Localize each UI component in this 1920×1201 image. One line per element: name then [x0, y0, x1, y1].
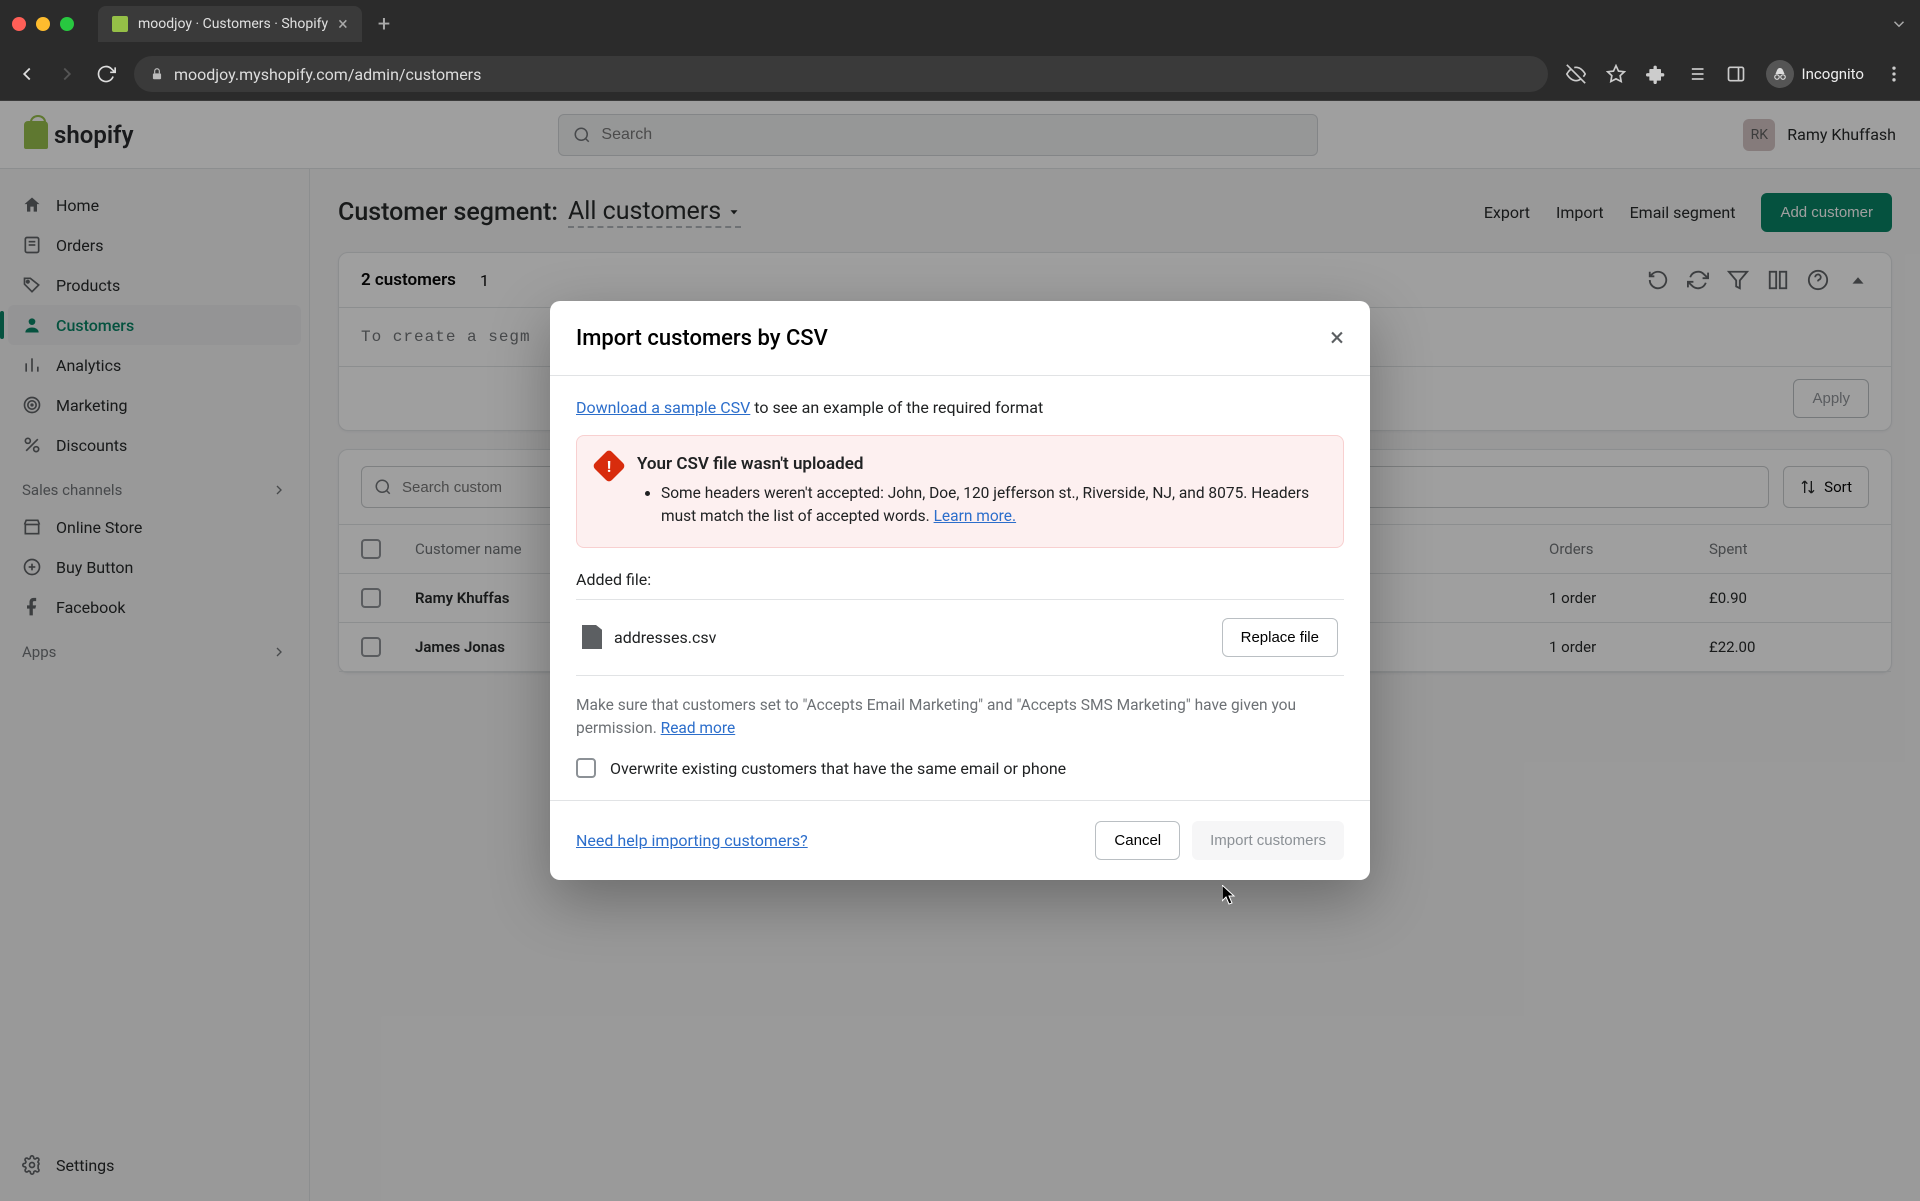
- tab-title: moodjoy · Customers · Shopify: [138, 16, 328, 32]
- import-customers-button[interactable]: Import customers: [1192, 821, 1344, 860]
- error-banner: Your CSV file wasn't uploaded Some heade…: [576, 435, 1344, 548]
- error-item: Some headers weren't accepted: John, Doe…: [661, 482, 1323, 529]
- import-modal: Import customers by CSV × Download a sam…: [550, 301, 1370, 880]
- extensions-icon[interactable]: [1646, 64, 1666, 84]
- reading-list-icon[interactable]: [1686, 64, 1706, 84]
- incognito-icon: [1766, 60, 1794, 88]
- replace-file-button[interactable]: Replace file: [1222, 618, 1338, 657]
- forward-button[interactable]: [56, 63, 78, 85]
- reload-button[interactable]: [96, 64, 116, 84]
- address-bar[interactable]: moodjoy.myshopify.com/admin/customers: [134, 56, 1548, 92]
- close-window-icon[interactable]: [12, 17, 26, 31]
- tab-bar: moodjoy · Customers · Shopify × +: [0, 0, 1920, 48]
- app: shopify RK Ramy Khuffash Home Orders Pro…: [0, 101, 1920, 1201]
- close-icon[interactable]: ×: [1330, 323, 1344, 353]
- url-bar: moodjoy.myshopify.com/admin/customers In…: [0, 48, 1920, 100]
- file-icon: [582, 625, 602, 649]
- menu-icon[interactable]: [1884, 64, 1904, 84]
- learn-more-link[interactable]: Learn more.: [934, 507, 1017, 525]
- window-controls[interactable]: [12, 17, 74, 31]
- star-icon[interactable]: [1606, 64, 1626, 84]
- overwrite-label: Overwrite existing customers that have t…: [610, 759, 1066, 778]
- browser-toolbar: Incognito: [1566, 60, 1904, 88]
- sample-line: Download a sample CSV to see an example …: [576, 398, 1344, 417]
- back-button[interactable]: [16, 63, 38, 85]
- overwrite-checkbox[interactable]: [576, 758, 596, 778]
- tabs-dropdown-icon[interactable]: [1890, 15, 1908, 33]
- download-sample-link[interactable]: Download a sample CSV: [576, 398, 750, 417]
- cancel-button[interactable]: Cancel: [1095, 821, 1180, 860]
- error-title: Your CSV file wasn't uploaded: [637, 454, 1323, 474]
- file-name: addresses.csv: [614, 628, 716, 647]
- file-row: addresses.csv Replace file: [576, 599, 1344, 676]
- close-tab-icon[interactable]: ×: [338, 14, 348, 35]
- modal-title: Import customers by CSV: [576, 326, 828, 351]
- maximize-window-icon[interactable]: [60, 17, 74, 31]
- minimize-window-icon[interactable]: [36, 17, 50, 31]
- lock-icon: [150, 67, 164, 81]
- browser-chrome: moodjoy · Customers · Shopify × + moodjo…: [0, 0, 1920, 101]
- sidepanel-icon[interactable]: [1726, 64, 1746, 84]
- read-more-link[interactable]: Read more: [661, 719, 736, 737]
- url-text: moodjoy.myshopify.com/admin/customers: [174, 65, 481, 84]
- incognito-label: Incognito: [1802, 65, 1864, 83]
- help-link[interactable]: Need help importing customers?: [576, 831, 808, 850]
- overwrite-option[interactable]: Overwrite existing customers that have t…: [576, 758, 1344, 778]
- browser-tab[interactable]: moodjoy · Customers · Shopify ×: [98, 6, 362, 42]
- new-tab-button[interactable]: +: [370, 12, 398, 37]
- favicon-icon: [112, 16, 128, 32]
- eye-off-icon[interactable]: [1566, 64, 1586, 84]
- modal-overlay[interactable]: Import customers by CSV × Download a sam…: [0, 101, 1920, 1201]
- added-file-label: Added file:: [576, 570, 1344, 589]
- alert-icon: [592, 449, 626, 483]
- permission-text: Make sure that customers set to "Accepts…: [576, 694, 1344, 741]
- incognito-badge[interactable]: Incognito: [1766, 60, 1864, 88]
